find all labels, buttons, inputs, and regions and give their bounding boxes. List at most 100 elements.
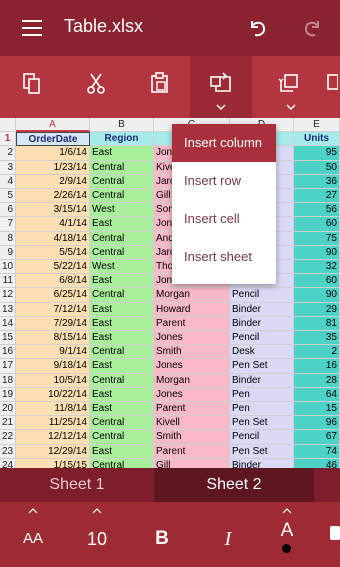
header-cell-region[interactable]: Region (90, 132, 154, 147)
cell-item[interactable]: Pen (230, 402, 294, 417)
cell-region[interactable]: Central (90, 174, 154, 189)
cell-units[interactable]: 15 (294, 402, 340, 417)
cell-units[interactable]: 56 (294, 203, 340, 218)
cell-orderdate[interactable]: 4/18/14 (16, 231, 90, 246)
cut-button[interactable] (70, 56, 120, 118)
format-overflow-icon[interactable] (330, 526, 340, 540)
cell-orderdate[interactable]: 12/29/14 (16, 444, 90, 459)
cell-region[interactable]: Central (90, 416, 154, 431)
cell-orderdate[interactable]: 3/15/14 (16, 203, 90, 218)
cell-orderdate[interactable]: 2/9/14 (16, 174, 90, 189)
row-number[interactable]: 19 (0, 387, 16, 402)
cell-units[interactable]: 95 (294, 146, 340, 161)
row-number[interactable]: 18 (0, 373, 16, 388)
cell-rep[interactable]: Gill (154, 458, 230, 468)
row-number[interactable]: 21 (0, 416, 16, 431)
cell-region[interactable]: East (90, 316, 154, 331)
header-cell-units[interactable]: Units (294, 132, 340, 147)
cell-region[interactable]: East (90, 331, 154, 346)
cell-rep[interactable]: Jones (154, 331, 230, 346)
cell-units[interactable]: 60 (294, 217, 340, 232)
row-number[interactable]: 11 (0, 274, 16, 289)
cell-region[interactable]: West (90, 260, 154, 275)
cell-rep[interactable]: Morgan (154, 288, 230, 303)
menu-item-insert-row[interactable]: Insert row (172, 162, 276, 200)
insert-button[interactable] (190, 56, 252, 118)
cell-region[interactable]: Central (90, 373, 154, 388)
cell-orderdate[interactable]: 10/22/14 (16, 387, 90, 402)
cell-orderdate[interactable]: 11/8/14 (16, 402, 90, 417)
cell-units[interactable]: 29 (294, 302, 340, 317)
cell-units[interactable]: 64 (294, 387, 340, 402)
cell-region[interactable]: East (90, 274, 154, 289)
cell-item[interactable]: Pen Set (230, 416, 294, 431)
cell-item[interactable]: Binder (230, 373, 294, 388)
row-number[interactable]: 1 (0, 132, 16, 147)
paste-button[interactable] (134, 56, 184, 118)
cell-region[interactable]: West (90, 203, 154, 218)
hamburger-menu-icon[interactable] (22, 20, 42, 36)
cell-item[interactable]: Pencil (230, 288, 294, 303)
tab-sheet-1[interactable]: Sheet 1 (0, 468, 154, 502)
cell-region[interactable]: Central (90, 288, 154, 303)
cell-orderdate[interactable]: 9/1/14 (16, 345, 90, 360)
cell-orderdate[interactable]: 7/29/14 (16, 316, 90, 331)
row-number[interactable]: 13 (0, 302, 16, 317)
column-header-b[interactable]: B (90, 118, 154, 133)
row-number[interactable]: 2 (0, 146, 16, 161)
cell-orderdate[interactable]: 10/5/14 (16, 373, 90, 388)
bold-button[interactable]: B (150, 524, 174, 554)
cell-region[interactable]: Central (90, 245, 154, 260)
cell-orderdate[interactable]: 5/5/14 (16, 245, 90, 260)
format-cells-button[interactable] (262, 56, 312, 118)
font-color-button[interactable]: A (276, 518, 298, 553)
column-header-a[interactable]: A (16, 118, 90, 133)
row-number[interactable]: 6 (0, 203, 16, 218)
cell-units[interactable]: 96 (294, 416, 340, 431)
cell-rep[interactable]: Jones (154, 359, 230, 374)
cell-orderdate[interactable]: 1/6/14 (16, 146, 90, 161)
cell-rep[interactable]: Parent (154, 444, 230, 459)
row-number[interactable]: 22 (0, 430, 16, 445)
font-style-button[interactable]: AA (20, 524, 46, 554)
cell-units[interactable]: 28 (294, 373, 340, 388)
more-ribbon-button[interactable] (322, 56, 340, 118)
cell-item[interactable]: Binder (230, 302, 294, 317)
cell-region[interactable]: Central (90, 430, 154, 445)
cell-orderdate[interactable]: 8/15/14 (16, 331, 90, 346)
cell-rep[interactable]: Jones (154, 387, 230, 402)
row-number[interactable]: 9 (0, 245, 16, 260)
cell-orderdate[interactable]: 6/25/14 (16, 288, 90, 303)
cell-region[interactable]: East (90, 146, 154, 161)
cell-item[interactable]: Binder (230, 316, 294, 331)
cell-rep[interactable]: Smith (154, 345, 230, 360)
menu-item-insert-cell[interactable]: Insert cell (172, 200, 276, 238)
cell-region[interactable]: Central (90, 345, 154, 360)
cell-units[interactable]: 46 (294, 458, 340, 468)
cell-region[interactable]: Central (90, 231, 154, 246)
select-all-corner[interactable] (0, 118, 16, 133)
undo-icon[interactable] (242, 12, 272, 42)
cell-orderdate[interactable]: 5/22/14 (16, 260, 90, 275)
cell-region[interactable]: East (90, 302, 154, 317)
menu-item-insert-sheet[interactable]: Insert sheet (172, 238, 276, 276)
cell-region[interactable]: East (90, 402, 154, 417)
cell-units[interactable]: 60 (294, 274, 340, 289)
row-number[interactable]: 17 (0, 359, 16, 374)
cell-item[interactable]: Pencil (230, 430, 294, 445)
cell-orderdate[interactable]: 12/12/14 (16, 430, 90, 445)
row-number[interactable]: 10 (0, 260, 16, 275)
cell-orderdate[interactable]: 7/12/14 (16, 302, 90, 317)
cell-units[interactable]: 90 (294, 288, 340, 303)
cell-orderdate[interactable]: 9/18/14 (16, 359, 90, 374)
cell-units[interactable]: 36 (294, 174, 340, 189)
cell-units[interactable]: 81 (294, 316, 340, 331)
cell-rep[interactable]: Parent (154, 316, 230, 331)
cell-units[interactable]: 75 (294, 231, 340, 246)
cell-units[interactable]: 50 (294, 160, 340, 175)
redo-icon[interactable] (298, 12, 328, 42)
row-number[interactable]: 5 (0, 189, 16, 204)
cell-units[interactable]: 27 (294, 189, 340, 204)
cell-rep[interactable]: Parent (154, 402, 230, 417)
row-number[interactable]: 14 (0, 316, 16, 331)
